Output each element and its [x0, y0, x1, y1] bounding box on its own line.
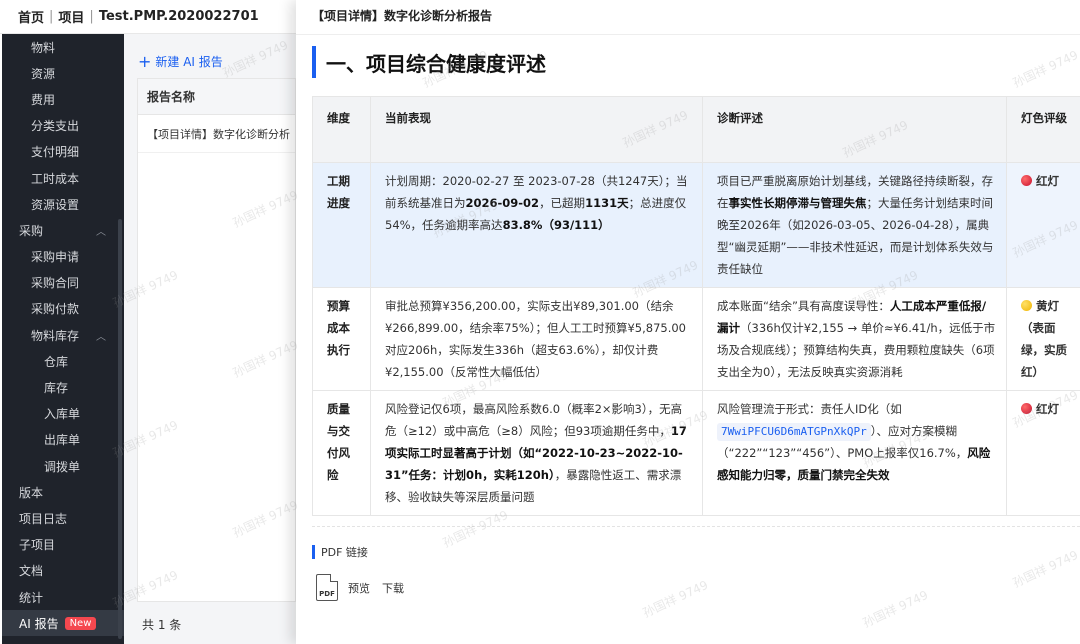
- red-light-icon: [1021, 403, 1032, 414]
- yellow-light-icon: [1021, 300, 1032, 311]
- sidebar-item-label: 分类支出: [31, 119, 80, 134]
- dimension-cell: 预算成本执行: [312, 287, 371, 391]
- pdf-link-header: PDF 链接: [312, 545, 368, 559]
- performance-cell: 计划周期：2020-02-27 至 2023-07-28（共1247天）；当前系…: [370, 162, 703, 288]
- preview-link[interactable]: 预览: [348, 580, 370, 596]
- dimension-cell: 质量与交付风险: [312, 390, 371, 516]
- sidebar-item[interactable]: 统计: [2, 584, 124, 610]
- sidebar-item[interactable]: 采购 ︿: [2, 217, 124, 243]
- sidebar-item[interactable]: 子项目: [2, 532, 124, 558]
- sidebar-item[interactable]: 费用: [2, 86, 124, 112]
- sidebar-scrollbar[interactable]: [118, 219, 122, 639]
- sidebar-item[interactable]: 采购申请: [2, 244, 124, 270]
- sidebar-item-label: 统计: [19, 590, 44, 605]
- dimension-cell: 工期进度: [312, 162, 371, 288]
- breadcrumb-project[interactable]: 项目: [58, 7, 84, 26]
- sidebar-item[interactable]: 分类支出: [2, 113, 124, 139]
- sidebar-item[interactable]: 入库单: [2, 401, 124, 427]
- sidebar-item-label: 仓库: [44, 354, 69, 369]
- sidebar-item[interactable]: 资源: [2, 60, 124, 86]
- sidebar-item-label: 版本: [19, 485, 44, 500]
- breadcrumb: 首页 | 项目 | Test.PMP.2020022701: [0, 0, 296, 34]
- red-light-icon: [1021, 175, 1032, 186]
- breadcrumb-separator: |: [89, 9, 94, 24]
- table-row[interactable]: 【项目详情】数字化诊断分析: [138, 115, 295, 153]
- report-table: 报告名称 【项目详情】数字化诊断分析: [137, 78, 296, 602]
- sidebar-item-label: 支付明细: [31, 145, 80, 160]
- diagnosis-cell: 风险管理流于形式：责任人ID化（如 7WwiPFCU6D6mATGPnXkQPr…: [702, 390, 1007, 516]
- sidebar-item-label: 项目日志: [19, 511, 68, 526]
- sidebar-item-label: 费用: [31, 92, 56, 107]
- sidebar-item[interactable]: 出库单: [2, 427, 124, 453]
- rating-cell: 红灯: [1006, 162, 1080, 288]
- sidebar-item[interactable]: 工时成本: [2, 165, 124, 191]
- sidebar-item-label: 采购付款: [31, 302, 80, 317]
- chevron-up-icon: ︿: [96, 226, 106, 238]
- table-row: 工期进度 计划周期：2020-02-27 至 2023-07-28（共1247天…: [312, 162, 1080, 288]
- sidebar-item[interactable]: 调拨单: [2, 453, 124, 479]
- sidebar-item[interactable]: 物料: [2, 34, 124, 60]
- divider: [296, 34, 1080, 35]
- sidebar-item[interactable]: 采购付款: [2, 296, 124, 322]
- sidebar-item-label: 资源设置: [31, 197, 80, 212]
- section-title: 一、项目综合健康度评述: [312, 46, 546, 78]
- rating-cell: 红灯: [1006, 390, 1080, 516]
- report-list-panel: + 新建 AI 报告 报告名称 【项目详情】数字化诊断分析 共 1 条: [124, 34, 296, 644]
- sidebar-item-label: 采购合同: [31, 276, 80, 291]
- column-header-dimension: 维度: [312, 96, 371, 163]
- table-row: 预算成本执行 审批总预算¥356,200.00，实际支出¥89,301.00（结…: [312, 287, 1080, 391]
- rating-cell: 黄灯（表面绿，实质红）: [1006, 287, 1080, 391]
- sidebar-item[interactable]: 采购合同: [2, 270, 124, 296]
- sidebar-item[interactable]: 支付明细: [2, 139, 124, 165]
- responsible-id-code: 7WwiPFCU6D6mATGPnXkQPr: [717, 423, 871, 441]
- new-ai-report-label: 新建 AI 报告: [155, 55, 223, 69]
- sidebar-item-label: 出库单: [44, 433, 81, 448]
- plus-icon: +: [138, 52, 152, 71]
- sidebar-item-label: 资源: [31, 66, 56, 81]
- sidebar-item[interactable]: 版本: [2, 479, 124, 505]
- sidebar-item-label: 采购申请: [31, 250, 80, 265]
- total-count: 共 1 条: [142, 618, 182, 632]
- sidebar-item[interactable]: 仓库: [2, 348, 124, 374]
- divider: [312, 526, 1080, 527]
- breadcrumb-home[interactable]: 首页: [18, 7, 44, 26]
- column-header-diagnosis: 诊断评述: [702, 96, 1007, 163]
- new-badge: New: [64, 616, 97, 630]
- health-assessment-table: 维度 当前表现 诊断评述 灯色评级 工期进度 计划周期：2020-02-27 至…: [312, 96, 1080, 516]
- sidebar-item-label: 工时成本: [31, 171, 80, 186]
- performance-cell: 审批总预算¥356,200.00，实际支出¥89,301.00（结余¥266,8…: [370, 287, 703, 391]
- sidebar-item-label: 采购: [19, 223, 44, 238]
- report-name-column-header: 报告名称: [138, 79, 295, 115]
- pdf-file-icon: PDF: [316, 574, 338, 601]
- drawer-title: 【项目详情】数字化诊断分析报告: [312, 9, 493, 23]
- breadcrumb-project-code: Test.PMP.2020022701: [98, 9, 259, 24]
- sidebar-item[interactable]: 文档: [2, 558, 124, 584]
- sidebar-item[interactable]: 项目日志: [2, 505, 124, 531]
- breadcrumb-separator: |: [49, 9, 54, 24]
- performance-cell: 风险登记仅6项，最高风险系数6.0（概率2×影响3），无高危（≥12）或中高危（…: [370, 390, 703, 516]
- column-header-performance: 当前表现: [370, 96, 703, 163]
- pdf-link-row: PDF 预览 下载: [316, 574, 416, 601]
- table-row: 质量与交付风险 风险登记仅6项，最高风险系数6.0（概率2×影响3），无高危（≥…: [312, 390, 1080, 516]
- sidebar-item-label: 调拨单: [44, 459, 81, 474]
- sidebar-item-label: 子项目: [19, 538, 56, 553]
- diagnosis-cell: 项目已严重脱离原始计划基线，关键路径持续断裂，存在事实性长期停滞与管理失焦；大量…: [702, 162, 1007, 288]
- sidebar-item-label: 物料库存: [31, 328, 80, 343]
- chevron-up-icon: ︿: [96, 331, 106, 343]
- sidebar-item-label: 库存: [44, 381, 69, 396]
- new-ai-report-button[interactable]: + 新建 AI 报告: [138, 52, 223, 71]
- sidebar-item[interactable]: 资源设置: [2, 191, 124, 217]
- sidebar-item-label: 物料: [31, 40, 56, 55]
- sidebar-item[interactable]: AI 报告 New: [2, 610, 124, 637]
- sidebar-item-label: 文档: [19, 564, 44, 579]
- sidebar-nav: 物料资源费用分类支出支付明细工时成本资源设置采购 ︿ 采购申请采购合同采购付款物料库…: [2, 34, 124, 644]
- report-detail-drawer: 【项目详情】数字化诊断分析报告 一、项目综合健康度评述 维度 当前表现 诊断评述…: [296, 0, 1080, 644]
- sidebar-item[interactable]: 物料库存 ︿: [2, 322, 124, 348]
- column-header-rating: 灯色评级: [1006, 96, 1080, 163]
- diagnosis-cell: 成本账面“结余”具有高度误导性：人工成本严重低报/漏计（336h仅计¥2,155…: [702, 287, 1007, 391]
- sidebar-item[interactable]: 库存: [2, 374, 124, 400]
- download-link[interactable]: 下载: [382, 580, 404, 596]
- sidebar-item-label: AI 报告: [19, 616, 59, 631]
- sidebar-item-label: 入库单: [44, 407, 81, 422]
